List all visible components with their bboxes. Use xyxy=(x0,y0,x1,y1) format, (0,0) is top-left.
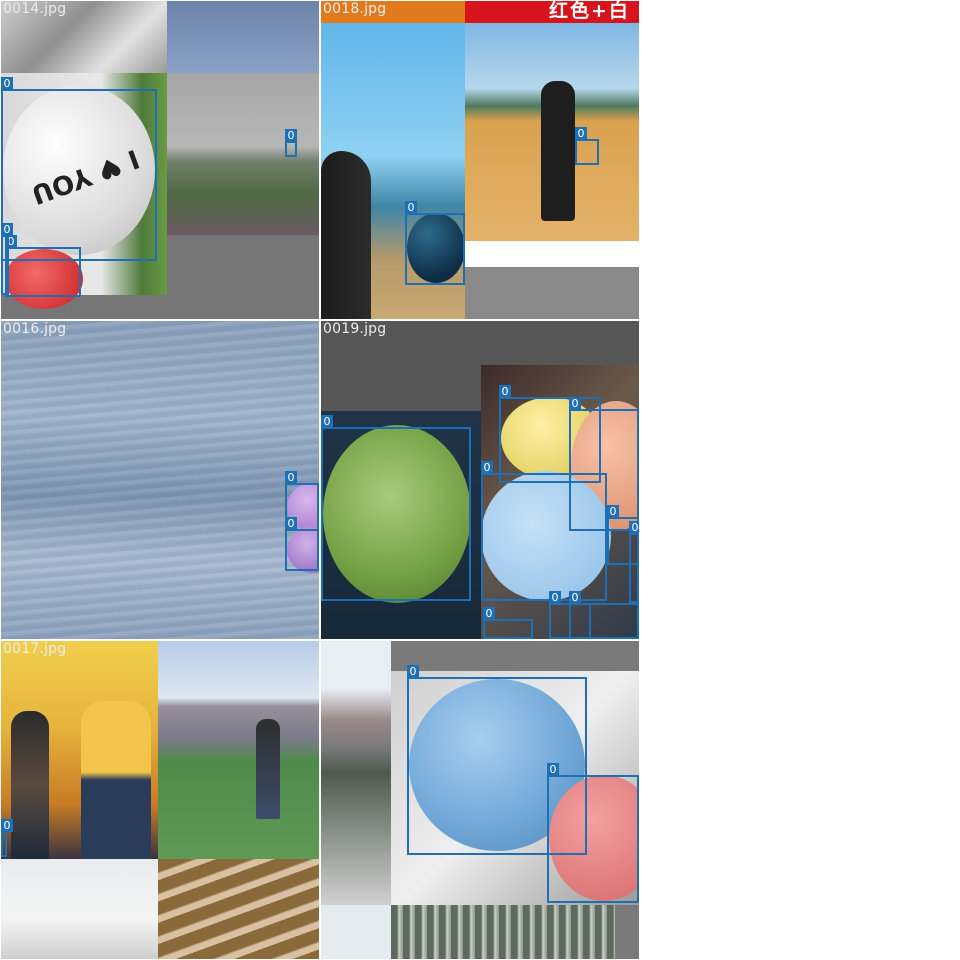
mosaic-tile-0014: I ♥ YOU 0 0 0 0 0014.jpg xyxy=(1,1,319,319)
photo-football-field xyxy=(158,641,319,859)
bbox-balloon-red: 0 xyxy=(5,235,81,297)
photo-sky-bottom xyxy=(321,905,391,959)
tile-filename: 0017.jpg xyxy=(3,641,67,657)
banner-text: 红色+白 xyxy=(549,1,630,22)
photo-sky-trees xyxy=(1,859,158,959)
photo-buildings xyxy=(321,641,391,905)
tile-filename: 0019.jpg xyxy=(323,321,387,337)
mosaic-tile-0016: 0 0 0016.jpg xyxy=(1,321,319,639)
bbox-balloon-b: 0 xyxy=(629,521,639,603)
tile-filename: 0014.jpg xyxy=(3,1,67,17)
photo-person-walking xyxy=(256,719,280,819)
bbox-balloon-large: 0 xyxy=(1,77,157,261)
photo-water-ripples xyxy=(1,321,319,639)
bbox-balloon-light-blue: 0 xyxy=(481,461,607,601)
bbox-balloon-edge: 0 xyxy=(1,223,13,295)
photo-white-strip xyxy=(465,241,639,267)
mosaic-tile-0019: 0 0 0 0 0 0 0 0 0 0019.jpg xyxy=(321,321,639,639)
photo-person-woman xyxy=(11,711,49,859)
bbox-balloon-field: 0 xyxy=(285,129,297,157)
tile-filename: 0016.jpg xyxy=(3,321,67,337)
photo-woman-silhouette xyxy=(321,151,371,319)
detection-mosaic: I ♥ YOU 0 0 0 0 0014.jpg 红色+白 0 0 0018.j… xyxy=(0,0,640,960)
bbox-balloon-e: 0 xyxy=(483,607,533,639)
photo-person-man xyxy=(81,701,151,859)
tile-filename: 0018.jpg xyxy=(323,1,387,17)
photo-blinds-closeup xyxy=(158,859,319,959)
mosaic-tile-blue-balloon: 0 0 xyxy=(321,641,639,959)
bbox-balloon-red-smiley: 0 xyxy=(547,763,639,903)
bbox-balloon-purple-2: 0 xyxy=(285,517,319,571)
photo-forest xyxy=(391,905,615,959)
bbox-balloon-blue: 0 xyxy=(405,201,465,285)
mosaic-tile-0017: 0 0017.jpg xyxy=(1,641,319,959)
bbox-balloon-left: 0 xyxy=(1,819,13,857)
photo-woman-standing xyxy=(541,81,575,221)
photo-sky xyxy=(167,1,319,73)
mosaic-tile-0018: 红色+白 0 0 0018.jpg xyxy=(321,1,639,319)
bbox-balloon-held: 0 xyxy=(575,127,599,165)
bbox-balloon-d: 0 xyxy=(569,591,639,639)
bbox-balloon-green: 0 xyxy=(321,415,471,601)
